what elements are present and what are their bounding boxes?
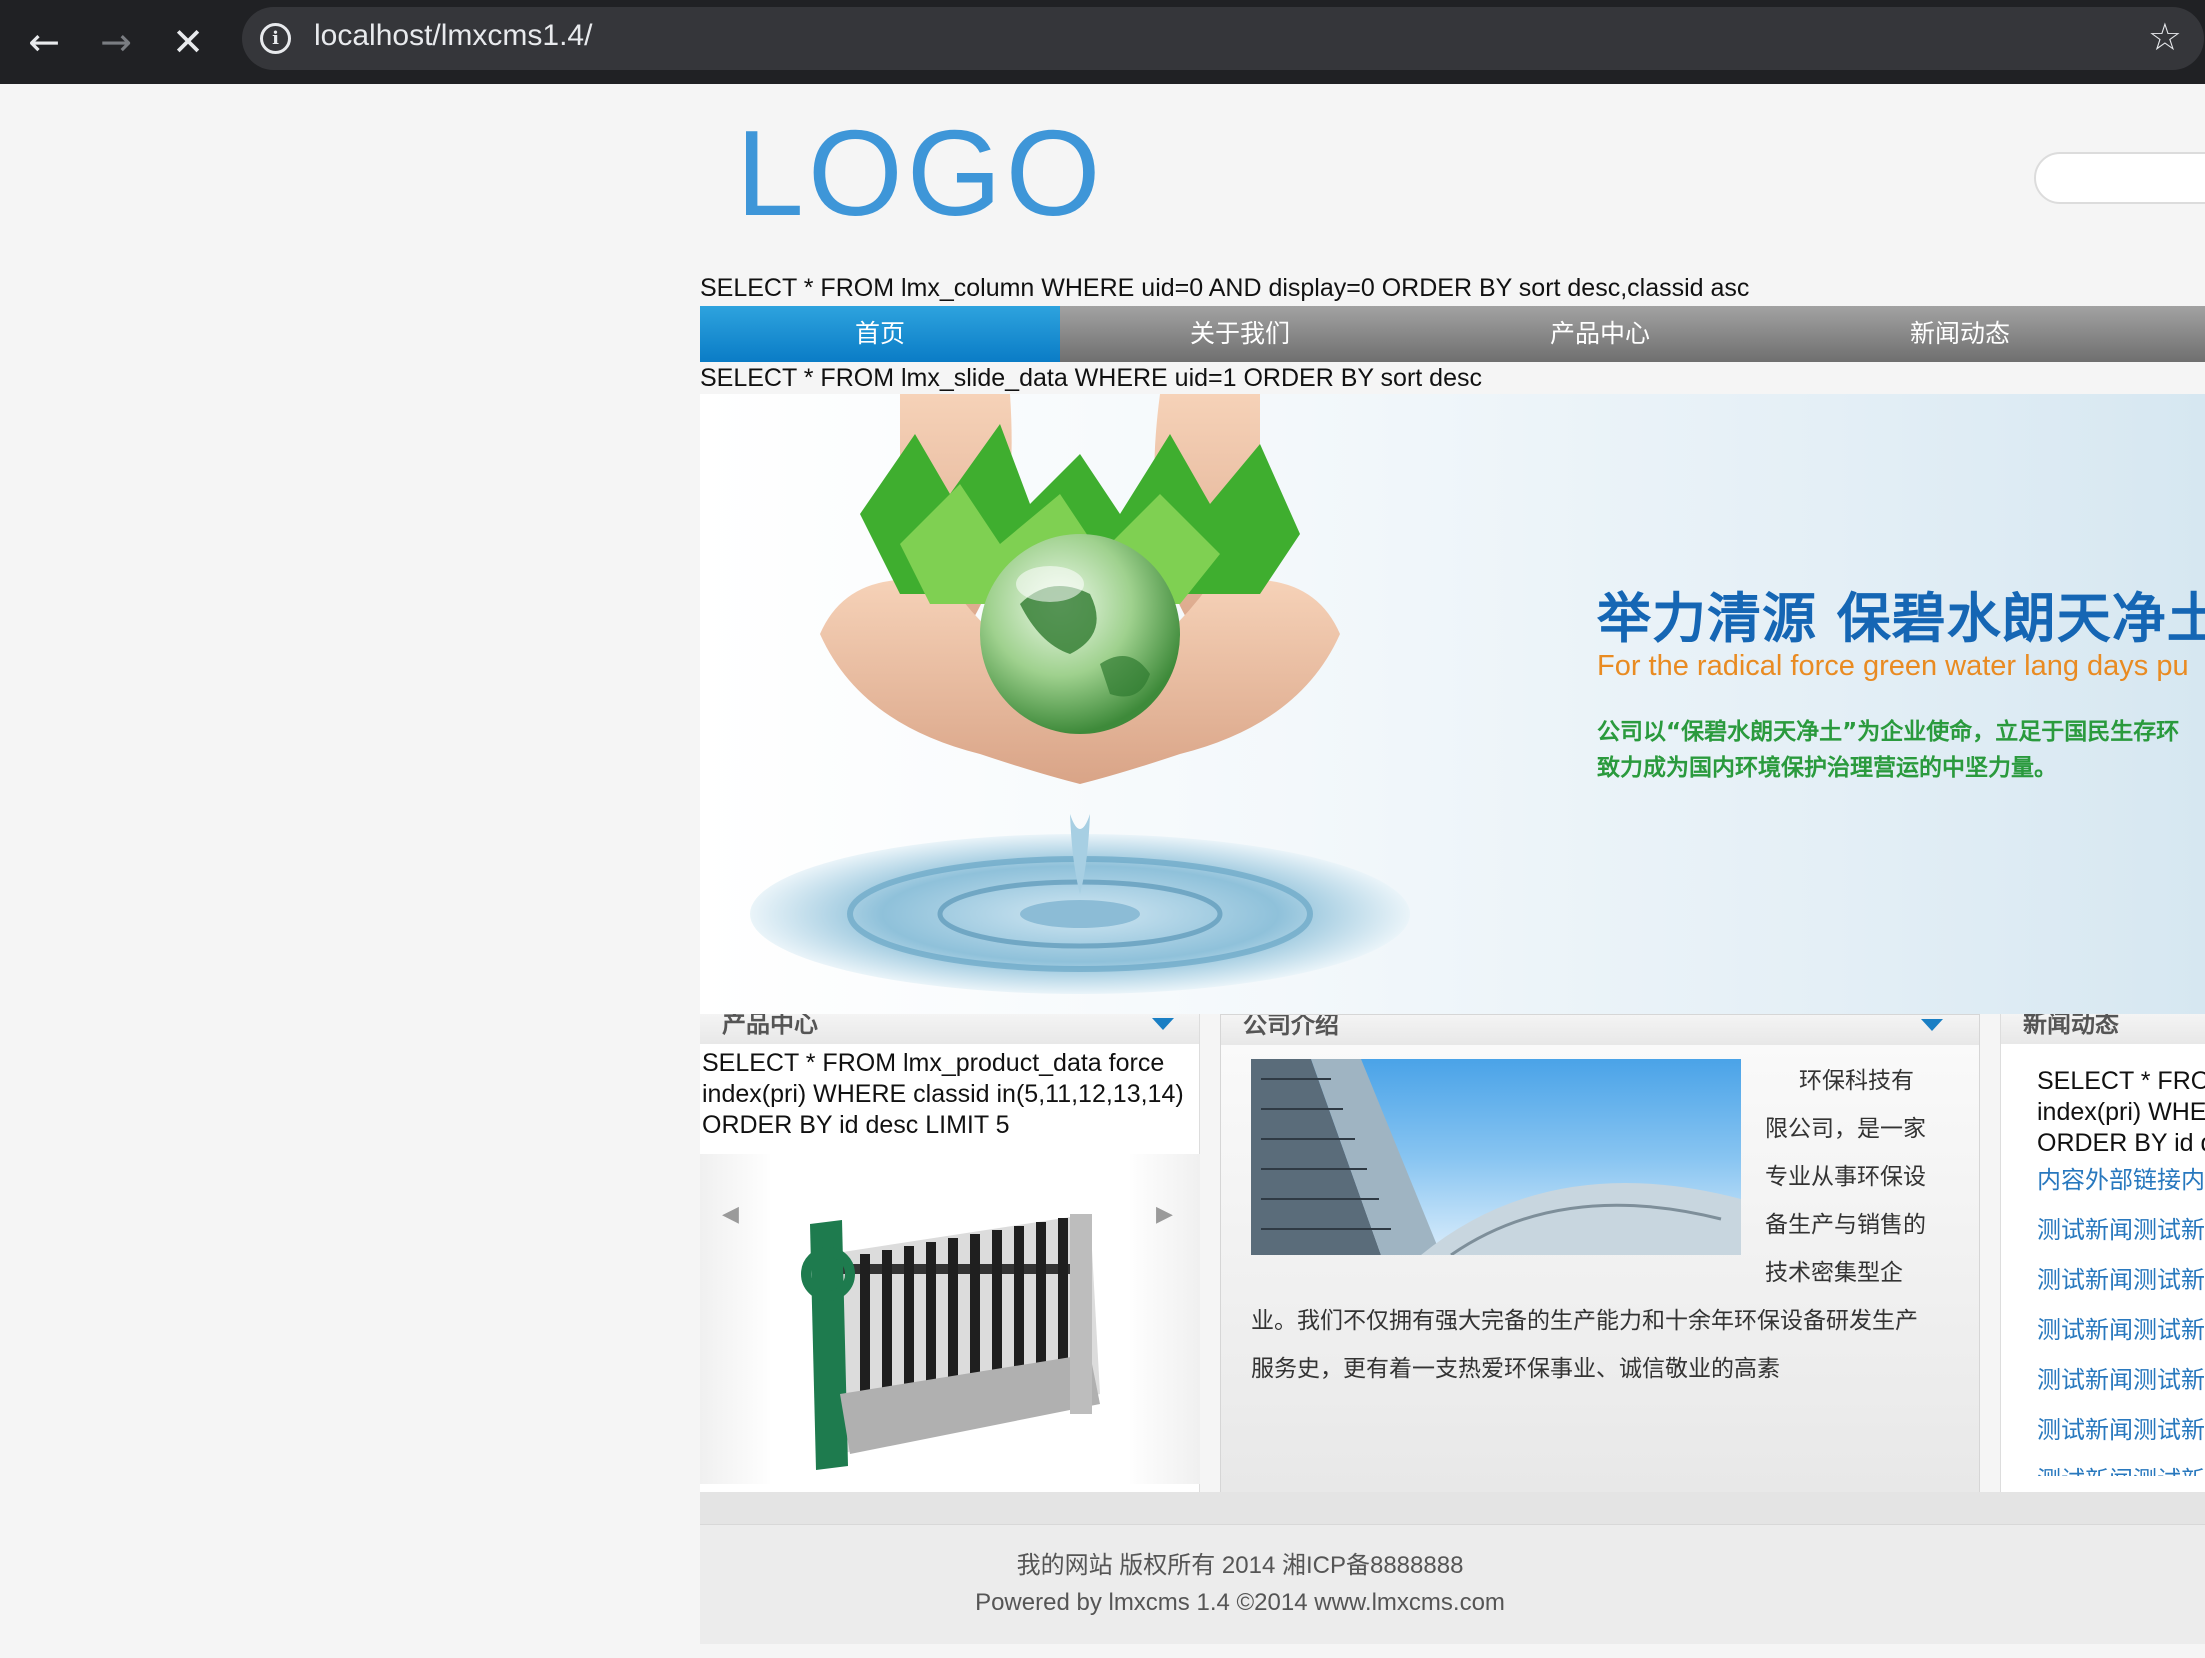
powered-by-text: Powered by lmxcms 1.4 ©2014 www.lmxcms.c… — [975, 1589, 1505, 1616]
site-container: LOGO SELECT * FROM lmx_column WHERE uid=… — [700, 84, 2205, 1658]
debug-sql-product: SELECT * FROM lmx_product_data force ind… — [702, 1048, 1198, 1141]
panel-title[interactable]: 公司介绍 — [1243, 1015, 1339, 1040]
debug-sql-slide: SELECT * FROM lmx_slide_data WHERE uid=1… — [700, 364, 1482, 392]
site-logo[interactable]: LOGO — [736, 112, 1105, 234]
debug-sql-column: SELECT * FROM lmx_column WHERE uid=0 AND… — [700, 274, 1750, 302]
arrow-left-icon[interactable]: ← — [14, 14, 74, 70]
footer-divider — [700, 1492, 2205, 1524]
sql-line: index(pri) WHE — [2037, 1098, 2205, 1126]
address-bar[interactable]: i localhost/lmxcms1.4/ ☆ — [242, 7, 2204, 70]
about-text-line: 业。我们不仅拥有强大完备的生产能力和十余年环保设备研发生产 — [1251, 1308, 1918, 1334]
news-link[interactable]: 测试新闻测试新 — [2037, 1360, 2205, 1395]
copyright-text: 我的网站 版权所有 2014 湘ICP备8888888 — [1016, 1552, 1464, 1579]
hero-banner[interactable]: 举力清源 保碧水朗天净土 For the radical force green… — [700, 394, 2205, 1014]
chevron-down-icon[interactable] — [1921, 1019, 1943, 1031]
panel-header: 新闻动态 — [2001, 1014, 2205, 1044]
arrow-right-icon[interactable]: → — [86, 14, 146, 70]
carousel-next-icon[interactable]: ▶ — [1156, 1202, 1173, 1227]
about-text-line: 技术密集型企 — [1765, 1260, 1903, 1286]
news-link[interactable]: 内容外部链接内 — [2037, 1160, 2205, 1195]
debug-sql-news: SELECT * FROM index(pri) WHE ORDER BY id… — [2037, 1066, 2205, 1159]
banner-desc-line: 致力成为国内环境保护治理营运的中坚力量。 — [1597, 755, 2057, 781]
about-text-line: 专业从事环保设 — [1765, 1164, 1926, 1190]
news-link[interactable]: 测试新闻测试新 — [2037, 1210, 2205, 1245]
news-link[interactable]: 测试新闻测试新 — [2037, 1310, 2205, 1345]
chevron-down-icon[interactable] — [1152, 1018, 1174, 1030]
nav-item-products[interactable]: 产品中心 — [1420, 306, 1780, 362]
panel-header: 产品中心 — [700, 1014, 1199, 1044]
banner-title: 举力清源 保碧水朗天净土 — [1597, 587, 2205, 650]
panel-header: 公司介绍 — [1221, 1015, 1979, 1045]
product-image[interactable] — [770, 1154, 1130, 1484]
nav-item-news[interactable]: 新闻动态 — [1780, 306, 2140, 362]
banner-desc-line: 公司以“保碧水朗天净土”为企业使命，立足于国民生存环 — [1597, 719, 2180, 745]
search-input[interactable] — [2034, 152, 2205, 204]
nav-item-home[interactable]: 首页 — [700, 306, 1060, 362]
news-link[interactable]: 测试新闻测试新 — [2037, 1460, 2205, 1476]
about-text-line: 备生产与销售的 — [1765, 1212, 1926, 1238]
nav-item-about[interactable]: 关于我们 — [1060, 306, 1420, 362]
about-panel: 公司介绍 环保科技有 限公司，是一家 专业从事环保设 备生产与销售的 技术密集型… — [1220, 1014, 1980, 1542]
star-icon[interactable]: ☆ — [2148, 15, 2182, 59]
sql-line: ORDER BY id d — [2037, 1129, 2205, 1157]
sql-line: SELECT * FROM — [2037, 1067, 2205, 1095]
skyscraper-image — [1251, 1059, 1741, 1255]
sql-line: ORDER BY id desc LIMIT 5 — [702, 1111, 1010, 1139]
main-nav: 首页 关于我们 产品中心 新闻动态 — [700, 306, 2205, 362]
panel-title[interactable]: 新闻动态 — [2023, 1014, 2119, 1039]
close-icon[interactable]: ✕ — [158, 14, 218, 70]
page-viewport: LOGO SELECT * FROM lmx_column WHERE uid=… — [0, 84, 2205, 1658]
news-panel: 新闻动态 SELECT * FROM index(pri) WHE ORDER … — [2000, 1014, 2205, 1566]
news-link[interactable]: 测试新闻测试新 — [2037, 1410, 2205, 1445]
about-text-line: 环保科技有 — [1799, 1068, 1914, 1094]
building-image — [1251, 1059, 1741, 1255]
site-footer: 我的网站 版权所有 2014 湘ICP备8888888 Powered by l… — [700, 1524, 2205, 1644]
sql-line: SELECT * FROM lmx_product_data force — [702, 1049, 1165, 1077]
url-text[interactable]: localhost/lmxcms1.4/ — [314, 19, 592, 53]
panel-title[interactable]: 产品中心 — [722, 1014, 818, 1039]
hands-globe-image — [750, 394, 1410, 994]
browser-toolbar: ← → ✕ i localhost/lmxcms1.4/ ☆ — [0, 0, 2205, 84]
sql-line: index(pri) WHERE classid in(5,11,12,13,1… — [702, 1080, 1184, 1108]
products-panel: 产品中心 SELECT * FROM lmx_product_data forc… — [700, 1014, 1200, 1566]
filter-machine-image — [801, 1214, 1100, 1470]
product-carousel: ◀ ▶ — [700, 1154, 1200, 1484]
news-link[interactable]: 测试新闻测试新 — [2037, 1260, 2205, 1295]
banner-subtitle: For the radical force green water lang d… — [1597, 650, 2189, 682]
about-text-line: 服务史，更有着一支热爱环保事业、诚信敬业的高素 — [1251, 1356, 1780, 1382]
carousel-prev-icon[interactable]: ◀ — [722, 1202, 739, 1227]
info-icon[interactable]: i — [260, 23, 291, 54]
about-text-line: 限公司，是一家 — [1765, 1116, 1926, 1142]
